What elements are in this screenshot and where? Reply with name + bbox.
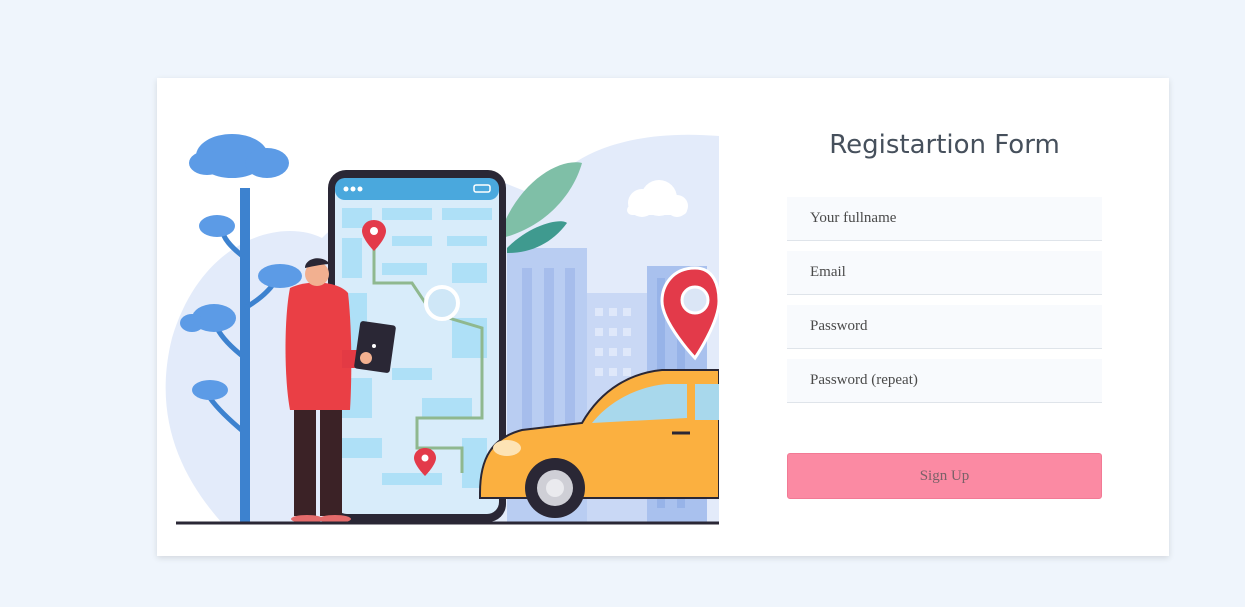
fullname-input[interactable] [787, 197, 1102, 241]
form-title: Registartion Form [829, 130, 1060, 160]
registration-card: Registartion Form Sign Up [157, 78, 1169, 556]
phone-map-icon [328, 170, 506, 522]
password-input[interactable] [787, 305, 1102, 349]
sign-up-button[interactable]: Sign Up [787, 453, 1102, 499]
password-repeat-input[interactable] [787, 359, 1102, 403]
illustration [165, 134, 719, 525]
registration-form: Registartion Form Sign Up [787, 78, 1102, 556]
email-input[interactable] [787, 251, 1102, 295]
